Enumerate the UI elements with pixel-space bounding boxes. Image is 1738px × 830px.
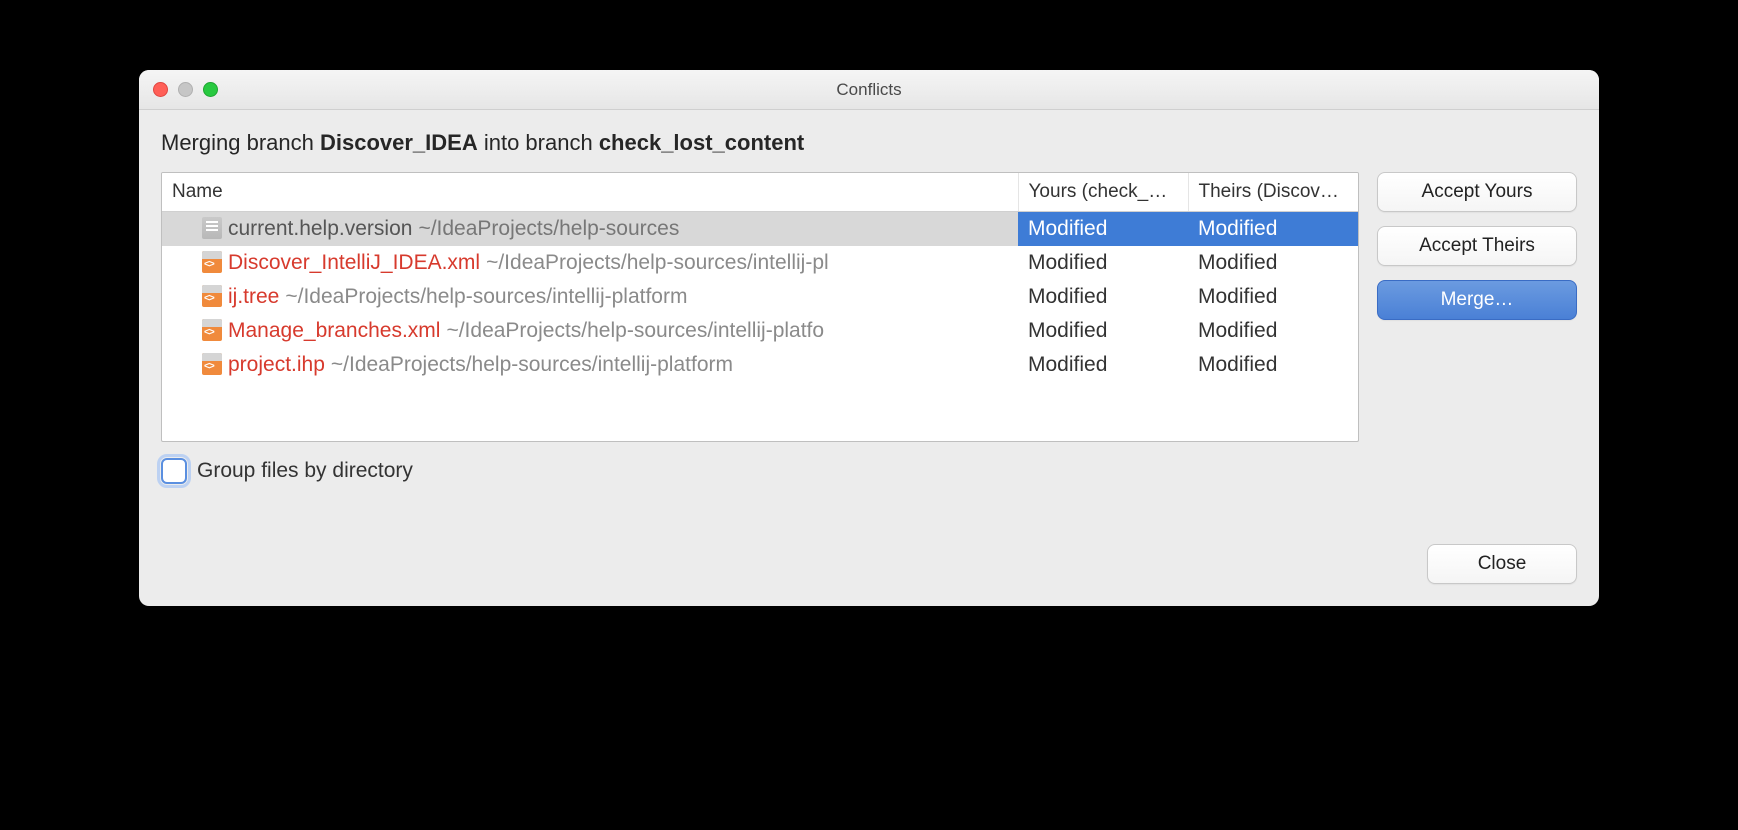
traffic-lights: [153, 82, 218, 97]
close-button[interactable]: Close: [1427, 544, 1577, 584]
xml-file-icon: [202, 319, 222, 341]
file-path: ~/IdeaProjects/help-sources: [418, 217, 679, 240]
action-buttons: Accept Yours Accept Theirs Merge…: [1377, 172, 1577, 320]
titlebar: Conflicts: [139, 70, 1599, 110]
yours-status: Modified: [1018, 246, 1188, 280]
dialog-content: Merging branch Discover_IDEA into branch…: [139, 110, 1599, 606]
file-icon: [202, 217, 222, 239]
file-path: ~/IdeaProjects/help-sources/intellij-pla…: [285, 285, 687, 308]
source-branch: Discover_IDEA: [320, 130, 478, 155]
yours-status: Modified: [1018, 212, 1188, 247]
table-row[interactable]: current.help.version ~/IdeaProjects/help-…: [162, 212, 1358, 247]
minimize-icon: [178, 82, 193, 97]
merge-button[interactable]: Merge…: [1377, 280, 1577, 320]
group-by-directory-label: Group files by directory: [197, 459, 413, 483]
table-row[interactable]: Discover_IntelliJ_IDEA.xml ~/IdeaProjects…: [162, 246, 1358, 280]
xml-file-icon: [202, 251, 222, 273]
file-name: project.ihp: [228, 353, 325, 376]
file-name: current.help.version: [228, 217, 412, 240]
accept-theirs-button[interactable]: Accept Theirs: [1377, 226, 1577, 266]
theirs-status: Modified: [1188, 348, 1358, 382]
theirs-status: Modified: [1188, 246, 1358, 280]
table-row[interactable]: ij.tree ~/IdeaProjects/help-sources/intel…: [162, 280, 1358, 314]
group-by-directory-checkbox[interactable]: [161, 458, 187, 484]
xml-file-icon: [202, 353, 222, 375]
accept-yours-button[interactable]: Accept Yours: [1377, 172, 1577, 212]
merge-prefix: Merging branch: [161, 130, 320, 155]
table-row[interactable]: project.ihp ~/IdeaProjects/help-sources/i…: [162, 348, 1358, 382]
theirs-status: Modified: [1188, 280, 1358, 314]
col-header-name[interactable]: Name: [162, 173, 1018, 212]
xml-file-icon: [202, 285, 222, 307]
yours-status: Modified: [1018, 348, 1188, 382]
group-by-directory-row: Group files by directory: [161, 458, 1577, 484]
target-branch: check_lost_content: [599, 130, 804, 155]
yours-status: Modified: [1018, 314, 1188, 348]
file-name: ij.tree: [228, 285, 279, 308]
file-path: ~/IdeaProjects/help-sources/intellij-pl: [486, 251, 829, 274]
file-path: ~/IdeaProjects/help-sources/intellij-pla…: [331, 353, 733, 376]
file-name: Discover_IntelliJ_IDEA.xml: [228, 251, 480, 274]
conflicts-dialog: Conflicts Merging branch Discover_IDEA i…: [139, 70, 1599, 606]
maximize-icon[interactable]: [203, 82, 218, 97]
merge-description: Merging branch Discover_IDEA into branch…: [161, 130, 1577, 156]
col-header-yours[interactable]: Yours (check_…: [1018, 173, 1188, 212]
file-name: Manage_branches.xml: [228, 319, 440, 342]
window-title: Conflicts: [139, 80, 1599, 100]
merge-mid: into branch: [478, 130, 599, 155]
col-header-theirs[interactable]: Theirs (Discov…: [1188, 173, 1358, 212]
table-row[interactable]: Manage_branches.xml ~/IdeaProjects/help-s…: [162, 314, 1358, 348]
conflicts-table[interactable]: Name Yours (check_… Theirs (Discov… curr…: [161, 172, 1359, 442]
theirs-status: Modified: [1188, 212, 1358, 247]
theirs-status: Modified: [1188, 314, 1358, 348]
file-path: ~/IdeaProjects/help-sources/intellij-pla…: [446, 319, 824, 342]
close-icon[interactable]: [153, 82, 168, 97]
yours-status: Modified: [1018, 280, 1188, 314]
